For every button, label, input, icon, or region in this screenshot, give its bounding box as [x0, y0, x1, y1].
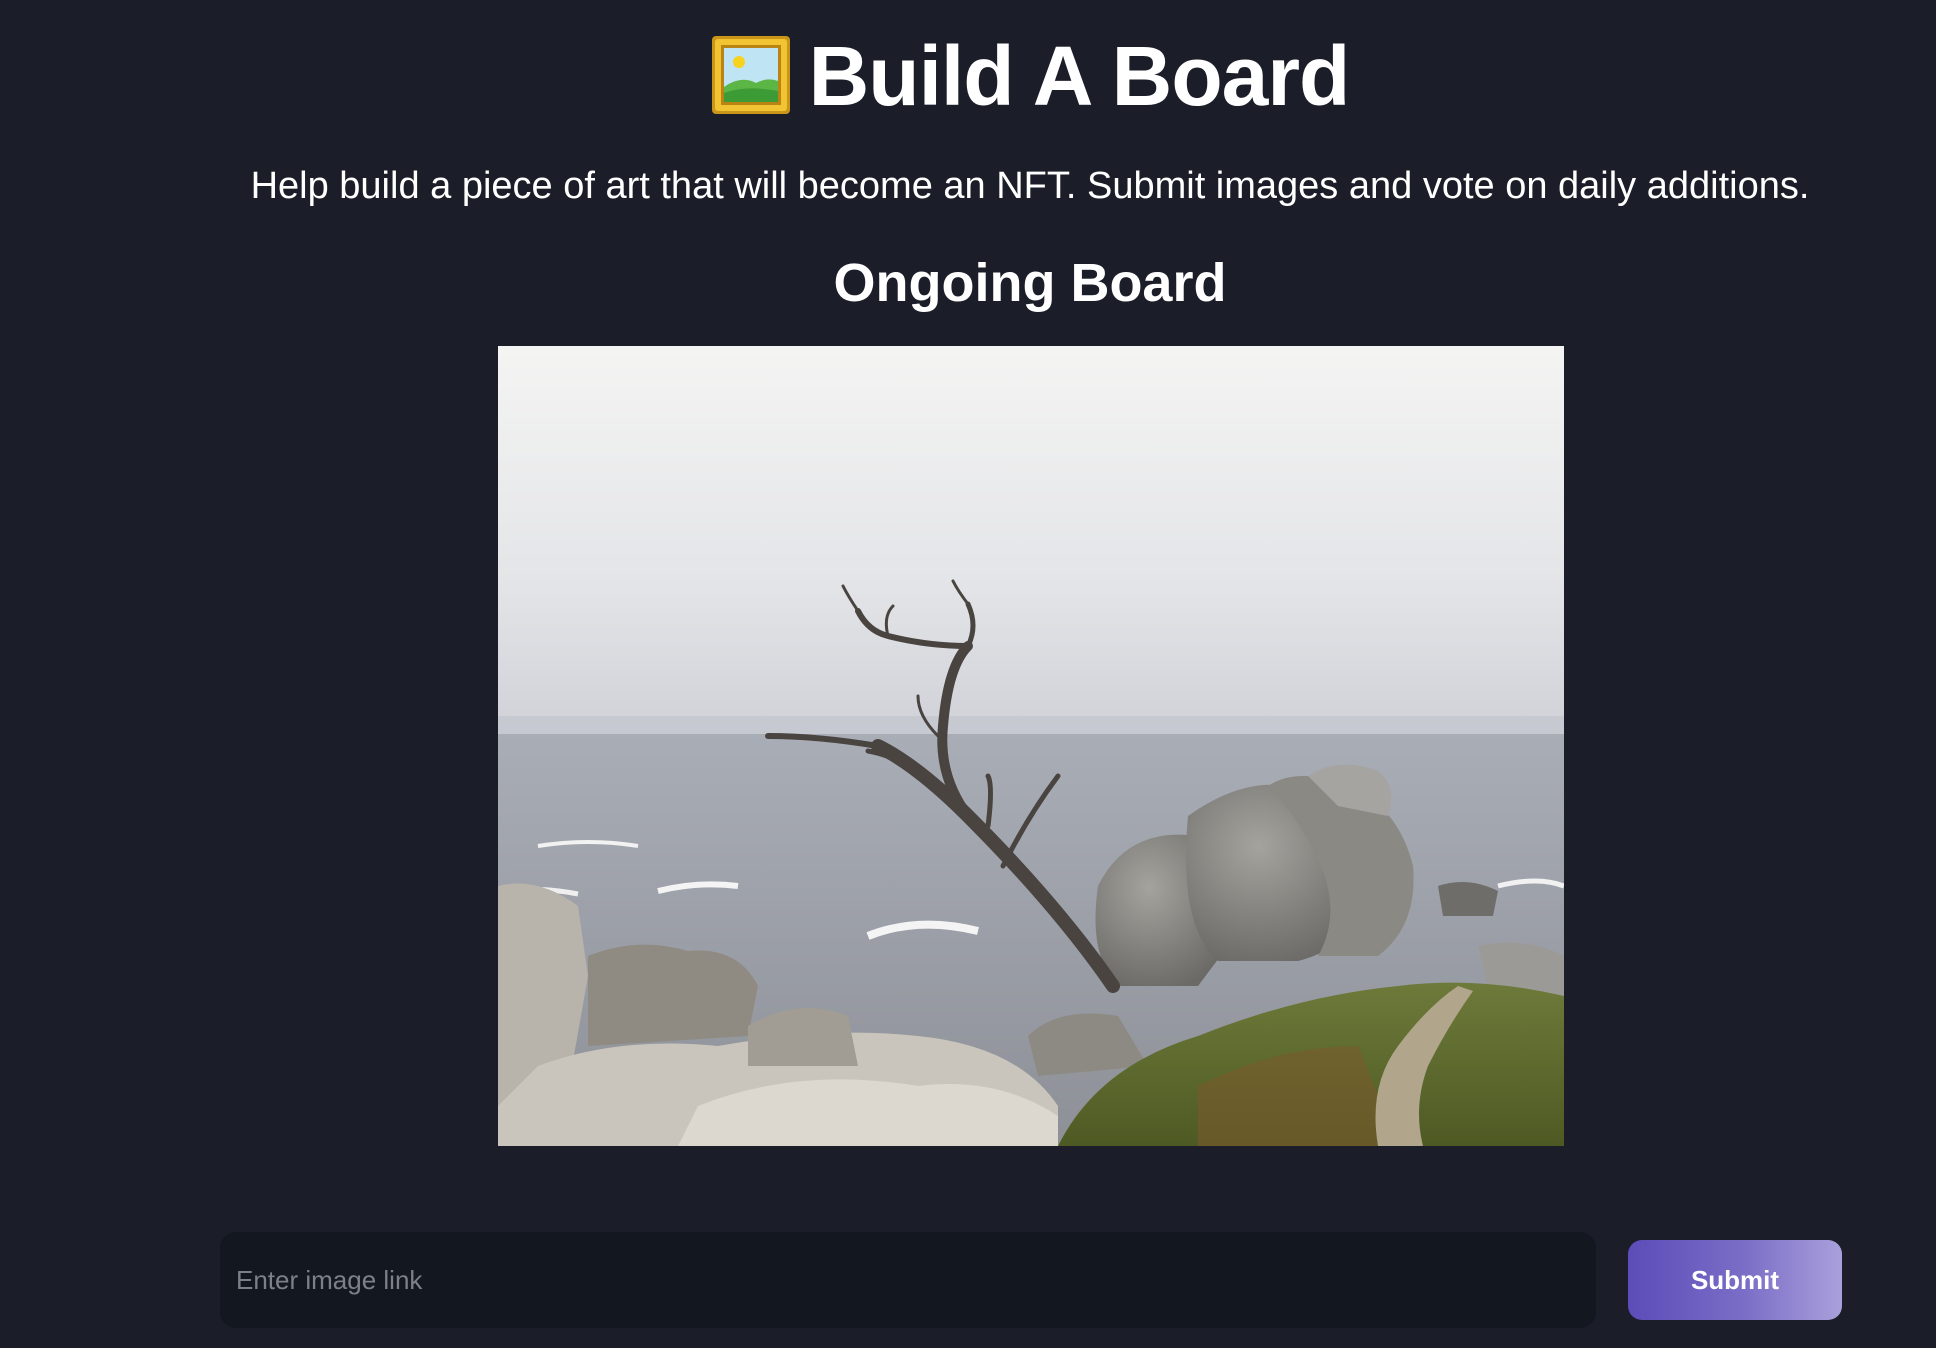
page-title: Build A Board — [62, 26, 1936, 126]
page-subtitle: Help build a piece of art that will beco… — [250, 165, 1810, 207]
page: Build A Board Help build a piece of art … — [0, 0, 1936, 1348]
board-heading: Ongoing Board — [833, 253, 1227, 313]
submit-button[interactable]: Submit — [1628, 1240, 1842, 1320]
image-link-input[interactable] — [220, 1232, 1596, 1328]
page-title-text: Build A Board — [808, 29, 1351, 123]
board-image — [498, 346, 1564, 1146]
framed-picture-icon — [711, 35, 791, 115]
